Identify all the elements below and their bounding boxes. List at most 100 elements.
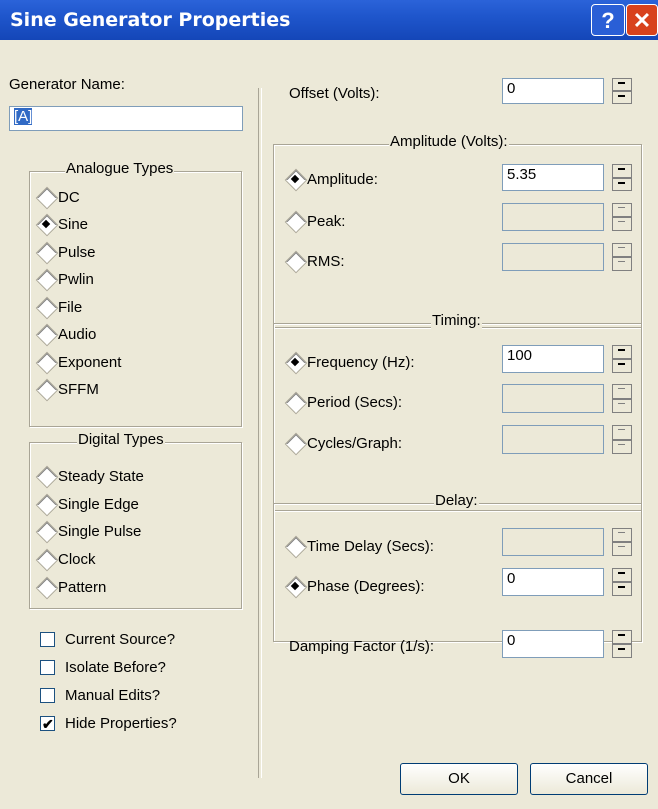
checkbox-box [40,659,55,675]
spin-down-icon[interactable] [612,91,632,104]
spin-up-icon[interactable] [612,528,632,542]
close-button[interactable]: ✕ [626,4,658,36]
spin-down-icon[interactable] [612,257,632,271]
radio-label: Time Delay (Secs): [307,538,434,555]
radio-period[interactable]: Period (Secs): [286,393,402,413]
radio-label: Amplitude: [307,171,378,188]
spin-up-icon[interactable] [612,568,632,582]
spin-up-icon[interactable] [612,164,632,178]
frequency-field[interactable]: 100 [502,345,604,373]
generator-name-field[interactable]: [A] [9,106,243,131]
radio-phase[interactable]: Phase (Degrees): [286,577,425,597]
hide-properties-checkbox[interactable]: ✔ Hide Properties? [40,714,177,736]
window-title: Sine Generator Properties [10,9,291,31]
radio-sine[interactable]: Sine [37,215,88,235]
spin-down-icon[interactable] [612,542,632,556]
peak-field[interactable] [502,203,604,231]
radio-frequency[interactable]: Frequency (Hz): [286,353,415,373]
checkbox-label: Isolate Before? [65,659,166,676]
checkbox-box [40,687,55,703]
radio-indicator [286,353,304,373]
spin-up-icon[interactable] [612,384,632,399]
damping-factor-field[interactable]: 0 [502,630,604,658]
radio-sffm[interactable]: SFFM [37,380,99,400]
radio-steady-state[interactable]: Steady State [37,467,144,487]
time-delay-field[interactable] [502,528,604,556]
spin-down-icon[interactable] [612,398,632,413]
peak-spinner[interactable] [612,203,632,231]
radio-indicator [286,577,304,597]
column-divider [258,88,262,778]
radio-audio[interactable]: Audio [37,325,96,345]
manual-edits-checkbox[interactable]: Manual Edits? [40,686,160,708]
radio-single-pulse[interactable]: Single Pulse [37,522,141,542]
radio-pulse[interactable]: Pulse [37,243,96,263]
spin-down-icon[interactable] [612,582,632,596]
period-field[interactable] [502,384,604,413]
spin-up-icon[interactable] [612,203,632,217]
offset-spinner[interactable] [612,78,632,104]
radio-peak[interactable]: Peak: [286,212,345,232]
spin-down-icon[interactable] [612,177,632,191]
phase-spinner[interactable] [612,568,632,596]
radio-cycles-graph[interactable]: Cycles/Graph: [286,434,402,454]
spin-up-icon[interactable] [612,78,632,91]
amplitude-spinner[interactable] [612,164,632,191]
cycles-spinner[interactable] [612,425,632,454]
spin-up-icon[interactable] [612,425,632,440]
radio-indicator [37,380,55,400]
spin-up-icon[interactable] [612,243,632,257]
offset-field[interactable]: 0 [502,78,604,104]
ok-button[interactable]: OK [400,763,518,795]
isolate-before-checkbox[interactable]: Isolate Before? [40,658,166,680]
amplitude-field[interactable]: 5.35 [502,164,604,191]
radio-file[interactable]: File [37,298,82,318]
current-source-checkbox[interactable]: Current Source? [40,630,175,652]
rms-spinner[interactable] [612,243,632,271]
spin-up-icon[interactable] [612,345,632,359]
radio-dc[interactable]: DC [37,188,80,208]
spin-up-icon[interactable] [612,630,632,644]
radio-label: DC [58,189,80,206]
period-spinner[interactable] [612,384,632,413]
radio-pwlin[interactable]: Pwlin [37,270,94,290]
radio-pattern[interactable]: Pattern [37,578,106,598]
checkbox-label: Hide Properties? [65,715,177,732]
analogue-types-title: Analogue Types [65,160,175,177]
spin-down-icon[interactable] [612,439,632,454]
spin-down-icon[interactable] [612,644,632,658]
radio-label: Pulse [58,244,96,261]
radio-indicator [37,188,55,208]
amplitude-title: Amplitude (Volts): [389,133,509,150]
cycles-field[interactable] [502,425,604,454]
time-delay-spinner[interactable] [612,528,632,556]
radio-time-delay[interactable]: Time Delay (Secs): [286,537,434,557]
cancel-button[interactable]: Cancel [530,763,648,795]
radio-rms[interactable]: RMS: [286,252,345,272]
rms-field[interactable] [502,243,604,271]
radio-label: Frequency (Hz): [307,354,415,371]
help-button[interactable]: ? [591,4,625,36]
radio-indicator [37,270,55,290]
dialog-body: Generator Name: [A] Analogue Types DC Si… [0,40,658,809]
phase-field[interactable]: 0 [502,568,604,596]
spin-down-icon[interactable] [612,359,632,373]
radio-indicator [37,353,55,373]
damping-factor-spinner[interactable] [612,630,632,658]
radio-label: Steady State [58,468,144,485]
checkbox-box: ✔ [40,715,55,732]
radio-single-edge[interactable]: Single Edge [37,495,139,515]
radio-label: Pwlin [58,271,94,288]
radio-label: File [58,299,83,316]
radio-clock[interactable]: Clock [37,550,96,570]
radio-exponent[interactable]: Exponent [37,353,121,373]
title-bar[interactable]: Sine Generator Properties ? ✕ [0,0,658,40]
checkbox-box [40,631,55,647]
radio-label: Peak: [307,213,346,230]
spin-down-icon[interactable] [612,217,632,231]
frequency-spinner[interactable] [612,345,632,373]
radio-amplitude[interactable]: Amplitude: [286,170,378,190]
digital-types-title: Digital Types [77,431,165,448]
radio-indicator [37,298,55,318]
radio-indicator [286,212,304,232]
